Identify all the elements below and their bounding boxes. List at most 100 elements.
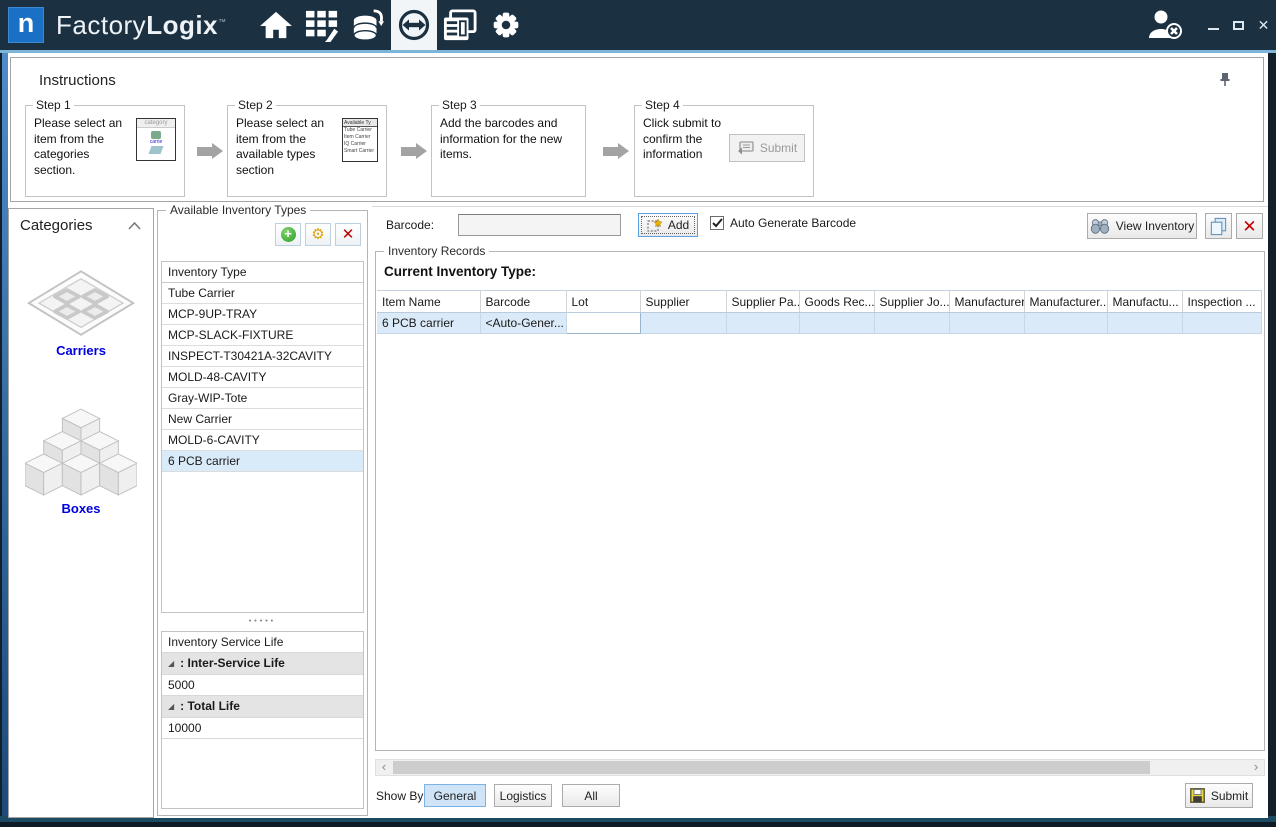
home-icon [259,10,293,40]
nav-documents[interactable] [437,0,483,50]
pin-icon[interactable] [1219,72,1231,87]
collapse-triangle-icon: ◢ [168,659,174,668]
cell-lot-editor[interactable] [566,313,640,334]
scroll-right-icon[interactable]: › [1248,760,1264,775]
col-barcode[interactable]: Barcode [480,291,566,313]
configure-type-button[interactable]: ⚙ [305,223,331,246]
cell-goods-received[interactable] [799,313,874,334]
step-1-text: Please select an item from the categorie… [34,116,134,178]
nav-settings[interactable] [483,0,529,50]
cell-barcode[interactable]: <Auto-Gener... [480,313,566,334]
inventory-type-row[interactable]: INSPECT-T30421A-32CAVITY [162,346,363,367]
panel-splitter[interactable]: ••••• [161,615,364,629]
gear-gold-icon: ⚙ [311,227,324,242]
nav-materials[interactable] [345,0,391,50]
col-inspection[interactable]: Inspection ... [1182,291,1261,313]
instructions-panel: Instructions Step 1 Please select an ite… [10,57,1264,202]
inventory-type-row-selected[interactable]: 6 PCB carrier [162,451,363,472]
service-life-group-total[interactable]: ◢: Total Life [162,696,363,718]
barcode-label: Barcode: [386,218,434,232]
col-manufacturer-2[interactable]: Manufacturer... [1024,291,1107,313]
auto-generate-checkbox[interactable]: Auto Generate Barcode [710,216,856,230]
step-4-text: Click submit to confirm the information [643,116,731,163]
scrollbar-thumb[interactable] [393,761,1150,774]
minimize-button[interactable] [1201,10,1226,40]
nav-transfers[interactable] [391,0,437,50]
step-2-box: Step 2 Please select an item from the av… [227,105,387,197]
boxes-stack-icon [25,407,137,499]
filter-general-button[interactable]: General [424,784,486,807]
view-inventory-button[interactable]: View Inventory [1087,213,1197,239]
step-4-box: Step 4 Click submit to confirm the infor… [634,105,814,197]
cell-manufacturer-2[interactable] [1024,313,1107,334]
stock-cylinder-icon [351,9,385,42]
submit-form-icon [737,141,754,155]
cell-manufacturer[interactable] [949,313,1024,334]
clear-button[interactable]: ✕ [1236,213,1263,239]
col-manufactu[interactable]: Manufactu... [1107,291,1182,313]
inventory-type-row[interactable]: MCP-SLACK-FIXTURE [162,325,363,346]
inventory-type-row[interactable]: MOLD-48-CAVITY [162,367,363,388]
maximize-icon [1233,21,1244,30]
col-supplier-part[interactable]: Supplier Pa... [726,291,799,313]
inventory-type-row[interactable]: Tube Carrier [162,283,363,304]
titlebar: n FactoryLogix™ [0,0,1276,50]
user-logout-button[interactable] [1147,9,1183,41]
cell-supplier-part[interactable] [726,313,799,334]
delete-type-button[interactable]: ✕ [335,223,361,246]
step-1-box: Step 1 Please select an item from the ca… [25,105,185,197]
nav-production[interactable] [299,0,345,50]
category-label-carriers: Carriers [9,343,153,358]
inventory-type-column-header[interactable]: Inventory Type [162,262,363,283]
show-by-label: Show By: [376,789,427,803]
service-life-column-header[interactable]: Inventory Service Life [162,632,363,653]
app-logo: n [8,7,44,43]
add-record-button[interactable]: Add [638,213,698,237]
user-logout-icon [1147,9,1183,41]
close-button[interactable]: ✕ [1251,10,1276,40]
col-supplier[interactable]: Supplier [640,291,726,313]
collapse-chevron-icon[interactable] [128,222,141,230]
col-supplier-job[interactable]: Supplier Jo... [874,291,949,313]
filter-logistics-button[interactable]: Logistics [494,784,552,807]
col-item-name[interactable]: Item Name [377,291,480,313]
logo-letter: n [18,10,35,37]
add-type-button[interactable]: + [275,223,301,246]
category-item-boxes[interactable]: Boxes [9,407,153,516]
inventory-type-row[interactable]: MOLD-6-CAVITY [162,430,363,451]
view-inventory-label: View Inventory [1116,219,1195,233]
reports-windows-icon [442,9,478,42]
cell-item-name[interactable]: 6 PCB carrier [377,313,480,334]
auto-generate-label: Auto Generate Barcode [730,216,856,230]
duplicate-button[interactable] [1205,213,1232,239]
cell-supplier-job[interactable] [874,313,949,334]
plus-icon: + [281,227,296,242]
service-life-value-inter[interactable]: 5000 [162,675,363,696]
filter-all-button[interactable]: All [562,784,620,807]
maximize-button[interactable] [1226,10,1251,40]
category-item-carriers[interactable]: Carriers [9,267,153,358]
submit-button[interactable]: Submit [1185,783,1253,808]
service-life-group-inter[interactable]: ◢: Inter-Service Life [162,653,363,675]
cell-inspection[interactable] [1182,313,1261,334]
records-table: Item Name Barcode Lot Supplier Supplier … [377,290,1262,334]
step-submit-button[interactable]: Submit [729,134,805,162]
horizontal-scrollbar[interactable]: ‹ › [375,759,1265,776]
col-manufacturer[interactable]: Manufacturer [949,291,1024,313]
inventory-type-row[interactable]: New Carrier [162,409,363,430]
cell-supplier[interactable] [640,313,726,334]
inventory-type-row[interactable]: Gray-WIP-Tote [162,388,363,409]
step-2-text: Please select an item from the available… [236,116,338,178]
nav-home[interactable] [253,0,299,50]
col-goods-received[interactable]: Goods Rec... [799,291,874,313]
window-content: Instructions Step 1 Please select an ite… [8,53,1268,818]
col-lot[interactable]: Lot [566,291,640,313]
cell-manufactu[interactable] [1107,313,1182,334]
carriers-tray-icon [25,267,137,341]
record-row[interactable]: 6 PCB carrier <Auto-Gener... [377,313,1261,334]
service-life-value-total[interactable]: 10000 [162,718,363,739]
barcode-input[interactable] [458,214,621,236]
copy-pages-icon [1209,217,1228,236]
inventory-type-row[interactable]: MCP-9UP-TRAY [162,304,363,325]
scroll-left-icon[interactable]: ‹ [376,760,392,775]
